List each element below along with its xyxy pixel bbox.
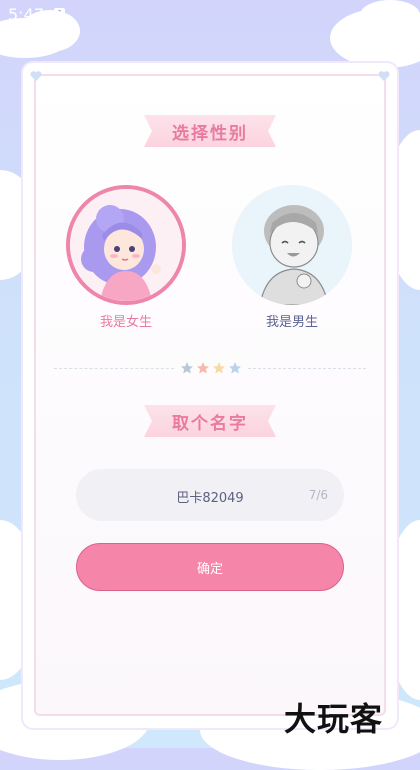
male-avatar-option[interactable] [232, 185, 352, 305]
heart-icon [378, 71, 390, 81]
star-icon [229, 362, 241, 374]
male-option-label[interactable]: 我是男生 [232, 311, 352, 330]
nickname-value[interactable]: 巴卡82049 [76, 487, 344, 506]
name-section-title: 取个名字 [144, 405, 276, 437]
section-divider [54, 368, 174, 369]
gender-section-title: 选择性别 [144, 115, 276, 147]
section-divider [248, 368, 366, 369]
nickname-char-count: 7/6 [308, 488, 328, 502]
decorative-stars [181, 362, 241, 374]
star-icon [181, 362, 193, 374]
nickname-input[interactable]: 巴卡82049 7/6 [76, 469, 344, 521]
girl-avatar-icon [70, 189, 182, 301]
watermark-logo: 大玩客 [284, 700, 384, 738]
female-avatar-option[interactable] [66, 185, 186, 305]
boy-avatar-icon [232, 185, 352, 305]
heart-icon [30, 71, 42, 81]
star-icon [197, 362, 209, 374]
female-option-label[interactable]: 我是女生 [66, 311, 186, 330]
setup-card-inner-frame [34, 74, 386, 716]
star-icon [213, 362, 225, 374]
confirm-button[interactable]: 确定 [76, 543, 344, 591]
